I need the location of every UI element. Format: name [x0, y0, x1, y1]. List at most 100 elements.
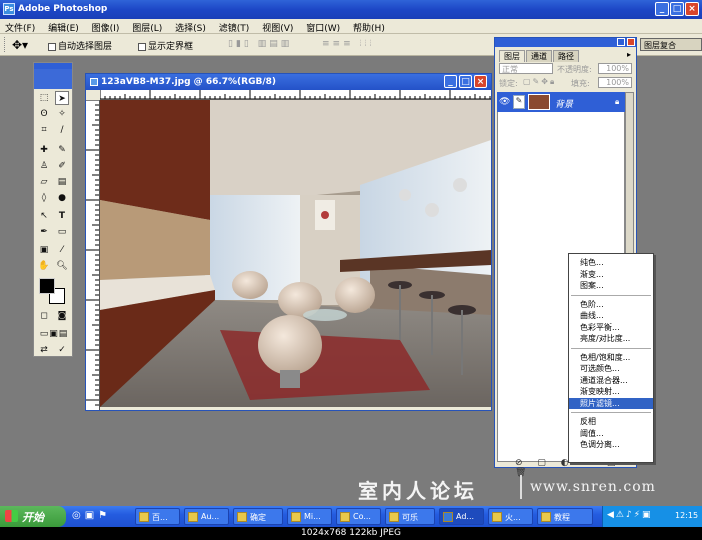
notes-tool-icon[interactable]: ▣	[37, 243, 51, 257]
move-tool-preset-icon[interactable]: ✥▾	[12, 38, 28, 52]
distribute-buttons-group[interactable]: ≡≡≡ ⦙⦙⦙	[322, 39, 375, 49]
close-button[interactable]: ×	[685, 2, 699, 16]
eraser-tool-icon[interactable]: ▱	[37, 175, 51, 189]
blur-tool-icon[interactable]: ◊	[37, 191, 51, 205]
clone-stamp-icon[interactable]: ♙	[37, 159, 51, 173]
imageready-icon[interactable]: ✓	[55, 343, 69, 357]
healing-brush-icon[interactable]: ✚	[37, 143, 51, 157]
quick-launch-icons[interactable]: ◎▣⚑	[72, 510, 111, 521]
marquee-tool-icon[interactable]: ⬚	[37, 91, 51, 105]
menu-help[interactable]: 帮助(H)	[348, 19, 390, 34]
task-label: 百...	[152, 513, 168, 522]
menu-item-hue-saturation[interactable]: 色相/饱和度...	[569, 352, 653, 364]
minimize-button[interactable]: _	[655, 2, 669, 16]
type-tool-icon[interactable]: T	[55, 209, 69, 223]
lock-icons[interactable]: ▢✎✥🔒︎	[523, 77, 556, 87]
menu-item-gradient[interactable]: 渐变...	[569, 269, 653, 281]
menu-window[interactable]: 窗口(W)	[301, 19, 345, 34]
panel-close-button[interactable]	[627, 38, 635, 46]
image-canvas[interactable]	[100, 100, 491, 407]
pen-tool-icon[interactable]: ✒	[37, 225, 51, 239]
menu-item-color-balance[interactable]: 色彩平衡...	[569, 322, 653, 334]
vertical-ruler[interactable]	[86, 100, 100, 410]
task-button[interactable]: Au...	[184, 508, 229, 525]
fill-field[interactable]: 100%	[598, 77, 632, 88]
task-button[interactable]: 百...	[135, 508, 180, 525]
menu-item-solid-color[interactable]: 纯色...	[569, 257, 653, 269]
doc-maximize-button[interactable]: □	[459, 75, 472, 88]
layer-comps-label: 图层复合	[644, 41, 676, 50]
lasso-tool-icon[interactable]: ʘ	[37, 107, 51, 121]
start-button[interactable]: 开始	[0, 506, 66, 527]
screen-mode-icons[interactable]: ▭▣▤	[35, 327, 73, 341]
doc-close-button[interactable]: ×	[474, 75, 487, 88]
tab-channels[interactable]: 通道	[526, 50, 552, 62]
task-button[interactable]: 火...	[488, 508, 533, 525]
menu-item-threshold[interactable]: 阈值...	[569, 428, 653, 440]
hand-tool-icon[interactable]: ✋	[37, 259, 51, 273]
menu-select[interactable]: 选择(S)	[170, 19, 211, 34]
blend-mode-value: 正常	[502, 65, 518, 74]
tab-layers[interactable]: 图层	[499, 50, 525, 62]
zoom-tool-icon[interactable]: 🔍︎	[55, 259, 69, 273]
auto-select-label: 自动选择图层	[58, 42, 113, 52]
horizontal-ruler[interactable]	[100, 90, 491, 100]
tray-icons[interactable]: ◀⚠♪⚡▣	[607, 510, 653, 520]
panel-menu-arrow-icon[interactable]: ▸	[627, 50, 631, 59]
menu-view[interactable]: 视图(V)	[257, 19, 298, 34]
menu-separator	[571, 412, 651, 413]
toolbox-logo	[34, 69, 72, 89]
system-tray: ◀⚠♪⚡▣ 12:15	[602, 506, 702, 527]
move-tool-icon[interactable]: ➤	[55, 91, 69, 105]
jump-to-imageready-icon[interactable]: ⇄	[37, 343, 51, 357]
gradient-tool-icon[interactable]: ▤	[55, 175, 69, 189]
magic-wand-tool-icon[interactable]: ✧	[55, 107, 69, 121]
crop-tool-icon[interactable]: ⌗	[37, 123, 51, 137]
dodge-tool-icon[interactable]: ●	[55, 191, 69, 205]
menu-layer[interactable]: 图层(L)	[127, 19, 167, 34]
brush-tool-icon[interactable]: ✎	[55, 143, 69, 157]
history-brush-icon[interactable]: ✐	[55, 159, 69, 173]
menu-file[interactable]: 文件(F)	[0, 19, 40, 34]
eyedropper-tool-icon[interactable]: ⁄	[55, 243, 69, 257]
layer-visibility-eye-icon[interactable]: 👁︎	[499, 97, 510, 107]
align-buttons-group[interactable]: ▯▮▯ ▥▤▥	[228, 39, 292, 49]
menu-item-selective-color[interactable]: 可选颜色...	[569, 363, 653, 375]
task-button[interactable]: 确定	[233, 508, 283, 525]
menu-item-invert[interactable]: 反相	[569, 416, 653, 428]
blend-mode-select[interactable]: 正常	[499, 63, 553, 74]
menu-image[interactable]: 图像(I)	[87, 19, 125, 34]
layer-row-background[interactable]: 👁︎ ✎ 背景 🔒︎	[497, 92, 625, 112]
maximize-button[interactable]: □	[670, 2, 684, 16]
menu-item-channel-mixer[interactable]: 通道混合器...	[569, 375, 653, 387]
task-button[interactable]: Co...	[336, 508, 381, 525]
task-button-active[interactable]: Ad...	[439, 508, 484, 525]
path-selection-icon[interactable]: ↖	[37, 209, 51, 223]
doc-minimize-button[interactable]: _	[444, 75, 457, 88]
task-button[interactable]: Mi...	[287, 508, 332, 525]
menu-edit[interactable]: 编辑(E)	[43, 19, 84, 34]
tab-layer-comps[interactable]: 图层复合	[640, 38, 702, 51]
tab-paths[interactable]: 路径	[553, 50, 579, 62]
panel-minimize-button[interactable]	[617, 38, 625, 46]
auto-select-layer-checkbox[interactable]: 自动选择图层	[48, 39, 112, 52]
menu-item-levels[interactable]: 色阶...	[569, 299, 653, 311]
menu-item-photo-filter[interactable]: 照片滤镜...	[569, 397, 653, 409]
menu-item-curves[interactable]: 曲线...	[569, 310, 653, 322]
options-grip	[4, 37, 7, 52]
standard-mode-icon[interactable]: ◻	[37, 309, 51, 323]
menu-item-brightness-contrast[interactable]: 亮度/对比度...	[569, 333, 653, 345]
task-label: Co...	[353, 512, 371, 521]
tray-clock[interactable]: 12:15	[675, 511, 698, 520]
opacity-field[interactable]: 100%	[598, 63, 632, 74]
quick-mask-icon[interactable]: ◙	[55, 309, 69, 323]
task-button[interactable]: 可乐	[385, 508, 435, 525]
slice-tool-icon[interactable]: ∕	[55, 123, 69, 137]
show-bounds-checkbox[interactable]: 显示定界框	[138, 39, 193, 52]
menu-item-gradient-map[interactable]: 渐变映射...	[569, 386, 653, 398]
menu-item-pattern[interactable]: 图案...	[569, 280, 653, 292]
task-button[interactable]: 教程	[537, 508, 593, 525]
shape-tool-icon[interactable]: ▭	[55, 225, 69, 239]
menu-filter[interactable]: 滤镜(T)	[214, 19, 255, 34]
menu-item-posterize[interactable]: 色调分离...	[569, 439, 653, 451]
